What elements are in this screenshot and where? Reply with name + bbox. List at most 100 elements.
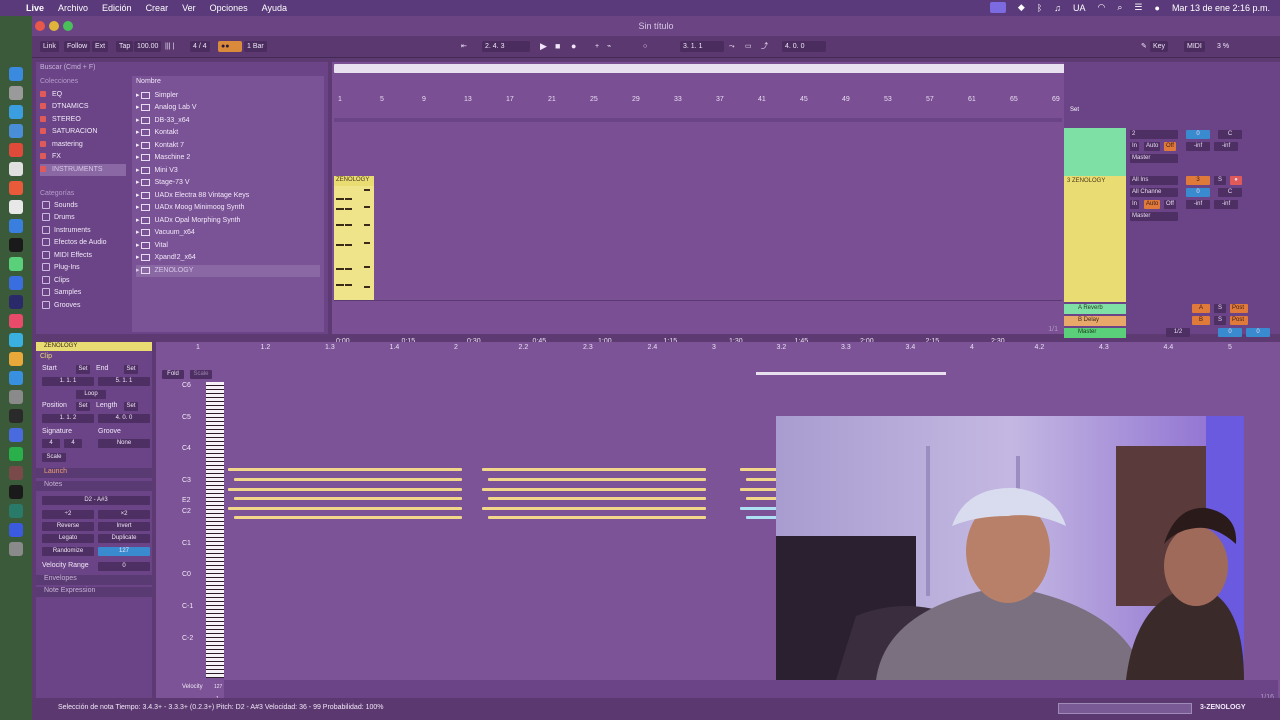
browser-item[interactable]: ▸ UADx Moog Minimoog Synth — [136, 202, 320, 214]
halve-button[interactable]: ÷2 — [42, 510, 94, 519]
clock-icon[interactable] — [9, 409, 23, 423]
launchpad-icon[interactable] — [9, 86, 23, 100]
collection-eq[interactable]: EQ — [40, 89, 126, 101]
music-icon[interactable] — [9, 314, 23, 328]
app-icon[interactable] — [9, 466, 23, 480]
files-icon[interactable] — [9, 523, 23, 537]
envelopes-section-header[interactable]: Envelopes — [36, 575, 152, 585]
length-set-button[interactable]: Set — [124, 402, 138, 411]
category-drums[interactable]: Drums — [42, 212, 126, 224]
signature-numerator[interactable]: 4 — [42, 439, 60, 448]
track-3-input-type[interactable]: All Ins — [1130, 176, 1178, 185]
return-a-solo[interactable]: S — [1214, 304, 1226, 313]
track-3-in-button[interactable]: In — [1130, 200, 1140, 209]
return-b-activator[interactable]: B — [1192, 316, 1210, 325]
track-2-pan[interactable]: C — [1218, 130, 1242, 139]
category-grooves[interactable]: Grooves — [42, 300, 126, 312]
launch-section-header[interactable]: Launch — [36, 468, 152, 478]
mail-icon[interactable] — [9, 124, 23, 138]
loop-brace[interactable] — [756, 372, 946, 375]
punch-in-icon[interactable]: ⤳ — [726, 41, 738, 52]
track-3-output[interactable]: Master — [1130, 212, 1178, 221]
midi-note[interactable] — [234, 497, 462, 500]
menubar-clock[interactable]: Mar 13 de ene 2:16 p.m. — [1172, 3, 1270, 13]
position-field[interactable]: 1. 1. 2 — [42, 414, 94, 423]
track-3-pan[interactable]: C — [1218, 188, 1242, 197]
stop-button[interactable]: ■ — [552, 41, 563, 52]
track-2-output[interactable]: Master — [1130, 154, 1178, 163]
calendar-icon[interactable] — [9, 181, 23, 195]
category-instruments[interactable]: Instruments — [42, 225, 126, 237]
collection-saturacion[interactable]: SATURACION — [40, 126, 126, 138]
randomize-amount[interactable]: 127 — [98, 547, 150, 556]
clip-title-bar[interactable]: ZENOLOGY — [36, 342, 152, 351]
tap-button[interactable]: Tap — [116, 41, 134, 52]
category-samples[interactable]: Samples — [42, 287, 126, 299]
midi-note[interactable] — [482, 488, 706, 491]
spotlight-icon[interactable]: ⌕ — [1117, 2, 1122, 13]
midi-note[interactable] — [488, 478, 706, 481]
menu-ayuda[interactable]: Ayuda — [262, 3, 287, 13]
start-field[interactable]: 1. 1. 1 — [42, 377, 94, 386]
arrangement-clip[interactable]: ZENOLOGY — [334, 176, 374, 300]
loop-start-field[interactable]: 3. 1. 1 — [680, 41, 724, 52]
chrome-icon[interactable] — [9, 143, 23, 157]
track-3-solo[interactable]: S — [1214, 176, 1226, 185]
app2-icon[interactable] — [9, 504, 23, 518]
track-3-auto-button[interactable]: Auto — [1144, 200, 1161, 209]
terminal-icon[interactable] — [9, 485, 23, 499]
play-button[interactable]: ▶ — [537, 41, 550, 52]
input-source-label[interactable]: UA — [1073, 3, 1086, 13]
groove-selector[interactable]: None — [98, 439, 150, 448]
collection-dynamics[interactable]: DTNAMICS — [40, 101, 126, 113]
browser-item[interactable]: ▸ Analog Lab V — [136, 102, 320, 114]
browser-item[interactable]: ▸ Kontakt — [136, 127, 320, 139]
browser-item[interactable]: ▸ Kontakt 7 — [136, 140, 320, 152]
midi-note[interactable] — [228, 507, 462, 510]
status-overview[interactable] — [1058, 703, 1192, 714]
category-sounds[interactable]: Sounds — [42, 200, 126, 212]
arrangement-position-field[interactable]: 2. 4. 3 — [482, 41, 530, 52]
tempo-field[interactable]: 100.00 — [134, 41, 162, 52]
loop-switch-icon[interactable]: ○ — [640, 41, 650, 52]
collection-mastering[interactable]: mastering — [40, 139, 126, 151]
midi-note[interactable] — [228, 488, 462, 491]
end-field[interactable]: 5. 1. 1 — [98, 377, 150, 386]
midi-note[interactable] — [488, 497, 706, 500]
position-set-button[interactable]: Set — [76, 402, 90, 411]
settings-icon[interactable] — [9, 390, 23, 404]
browser-item[interactable]: ▸ UADx Opal Morphing Synth — [136, 215, 320, 227]
ext-button[interactable]: Ext — [92, 41, 109, 52]
track-3-activator[interactable]: 3 — [1186, 176, 1210, 185]
menu-archivo[interactable]: Archivo — [58, 3, 88, 13]
nudge-icon[interactable]: ||| | — [162, 41, 177, 52]
safari-icon[interactable] — [9, 105, 23, 119]
premiere-icon[interactable] — [9, 295, 23, 309]
screen-record-icon[interactable] — [989, 2, 1006, 13]
appstore-icon[interactable] — [9, 219, 23, 233]
live-app-icon[interactable] — [9, 257, 23, 271]
browser-item[interactable]: ▸ DB-33_x64 — [136, 115, 320, 127]
velocity-range-field[interactable]: 0 — [98, 562, 150, 571]
draw-mode-icon[interactable]: ✎ — [1138, 41, 1150, 52]
photos-icon[interactable] — [9, 162, 23, 176]
track-3-arm[interactable]: ● — [1230, 176, 1242, 185]
siri-icon[interactable]: ● — [1155, 3, 1160, 13]
track-2-header[interactable] — [1064, 128, 1126, 176]
metronome-button[interactable]: ●● — [218, 41, 242, 52]
midi-note[interactable] — [234, 478, 462, 481]
master-pan[interactable]: 0 — [1246, 328, 1270, 337]
system-icon[interactable] — [9, 428, 23, 442]
duplicate-button[interactable]: Duplicate — [98, 534, 150, 543]
randomize-button[interactable]: Randomize — [42, 547, 94, 556]
menu-crear[interactable]: Crear — [146, 3, 169, 13]
collection-fx[interactable]: FX — [40, 151, 126, 163]
midi-note[interactable] — [234, 516, 462, 519]
browser-item-selected[interactable]: ▸ ZENOLOGY — [136, 265, 320, 277]
signature-denominator[interactable]: 4 — [64, 439, 82, 448]
control-center-icon[interactable]: ☰ — [1134, 2, 1142, 13]
start-set-button[interactable]: Set — [76, 365, 90, 374]
track-3-input-channel[interactable]: All Channe — [1130, 188, 1178, 197]
fold-button[interactable]: Fold — [162, 370, 184, 379]
track-3-volume[interactable]: 0 — [1186, 188, 1210, 197]
